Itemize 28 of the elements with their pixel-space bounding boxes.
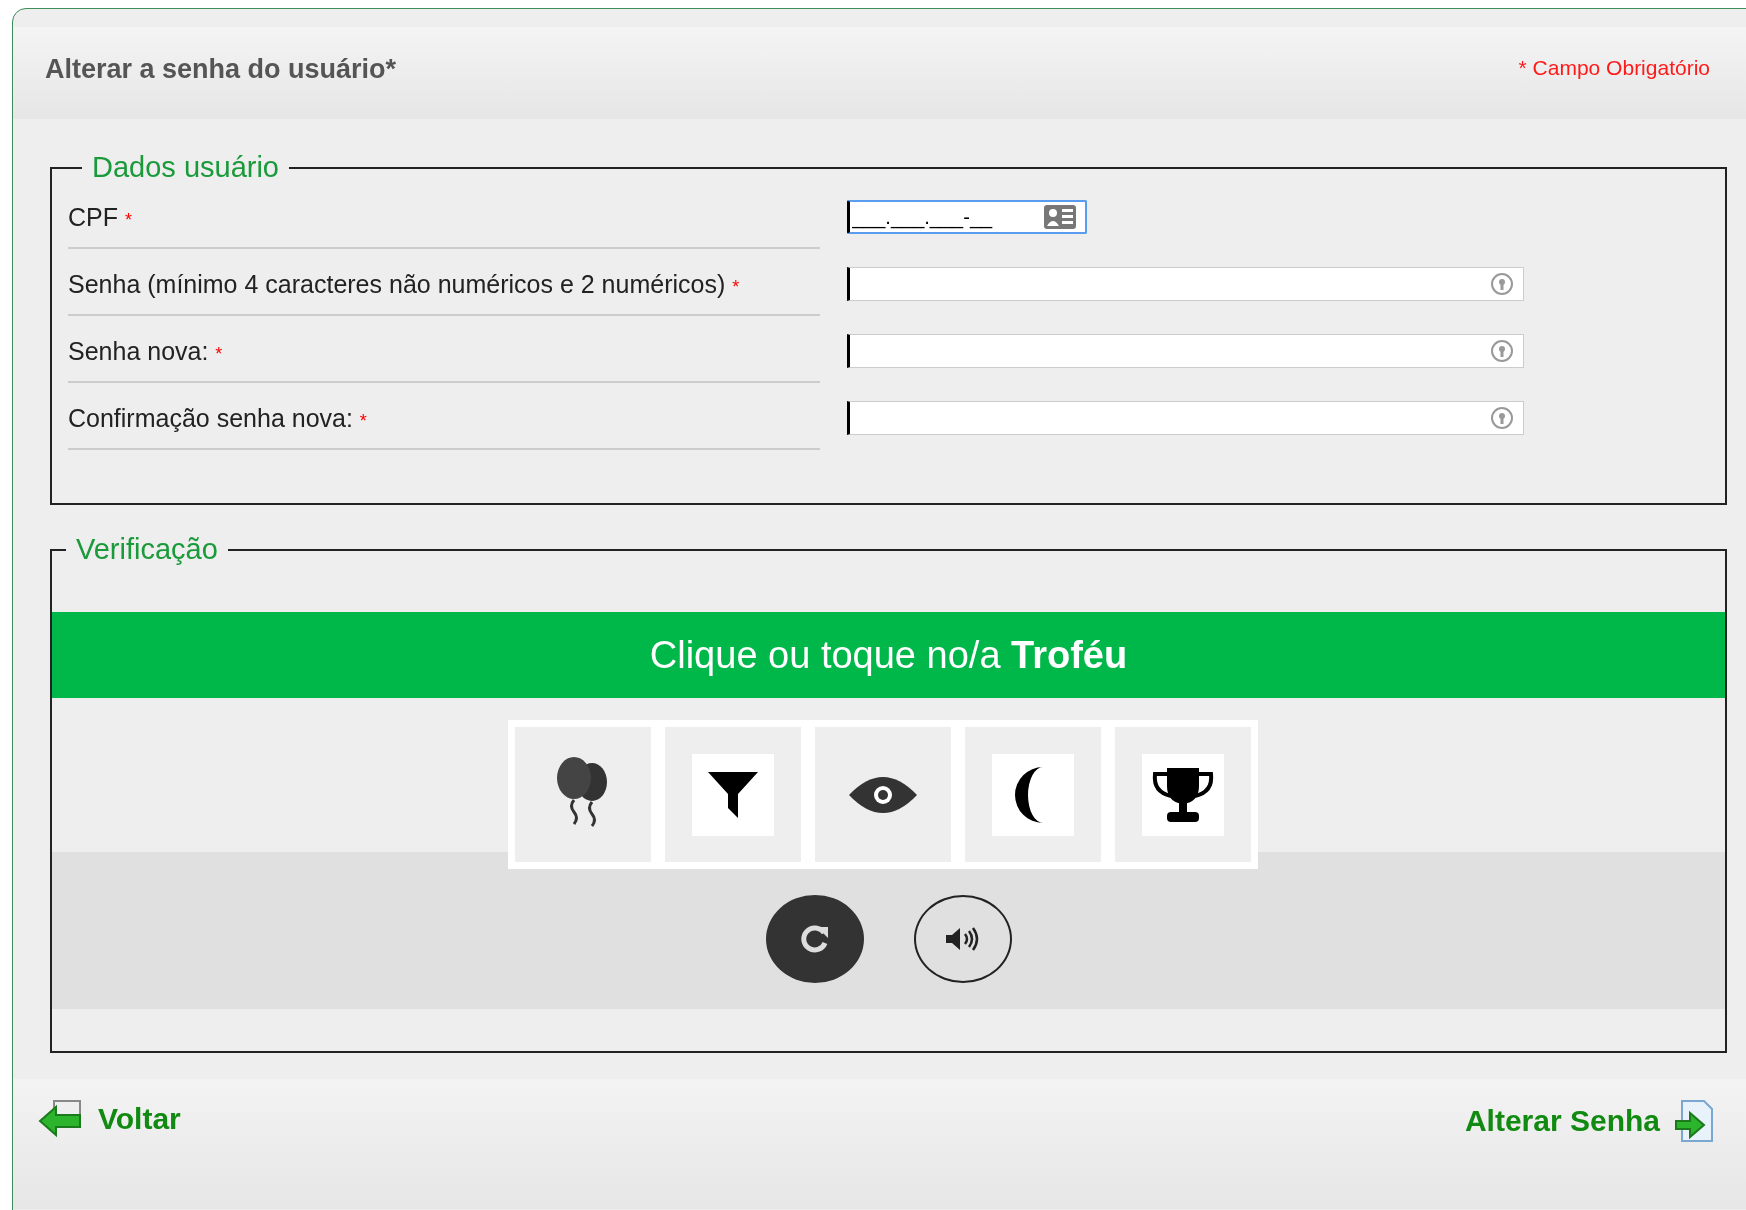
field-label: CPF * <box>68 194 820 249</box>
id-card-icon <box>1043 204 1077 230</box>
password-field[interactable] <box>847 334 1524 368</box>
required-note: * Campo Obrigatório <box>1518 56 1710 80</box>
password-field[interactable] <box>847 401 1524 435</box>
field-label: Senha (mínimo 4 caracteres não numéricos e 2 numéricos) * <box>68 261 820 316</box>
fieldset-legend: Verificação <box>66 533 228 566</box>
fieldset-legend: Dados usuário <box>82 151 289 184</box>
captcha-option[interactable] <box>664 727 801 862</box>
cpf-field[interactable]: ___.___.___-__ <box>847 200 1087 234</box>
back-link[interactable]: Voltar <box>38 1099 181 1139</box>
key-icon <box>1489 405 1515 431</box>
captcha-prompt: Clique ou toque no/a Troféu <box>52 612 1725 698</box>
password-field[interactable] <box>847 267 1524 301</box>
captcha-option[interactable] <box>814 727 951 862</box>
field-label: Senha nova: * <box>68 328 820 383</box>
field-label: Confirmação senha nova: * <box>68 395 820 450</box>
page-title: Alterar a senha do usuário* <box>45 53 397 85</box>
captcha-option[interactable] <box>1114 727 1251 862</box>
cpf-input[interactable]: ___.___.___-__ <box>850 203 1043 231</box>
document-arrow-icon <box>1674 1099 1714 1143</box>
key-icon <box>1489 271 1515 297</box>
back-arrow-icon <box>38 1099 84 1139</box>
change-password-link[interactable]: Alterar Senha <box>1464 1099 1714 1143</box>
captcha-option[interactable] <box>964 727 1101 862</box>
audio-button[interactable] <box>913 895 1012 983</box>
captcha-option[interactable] <box>514 727 651 862</box>
key-icon <box>1489 338 1515 364</box>
